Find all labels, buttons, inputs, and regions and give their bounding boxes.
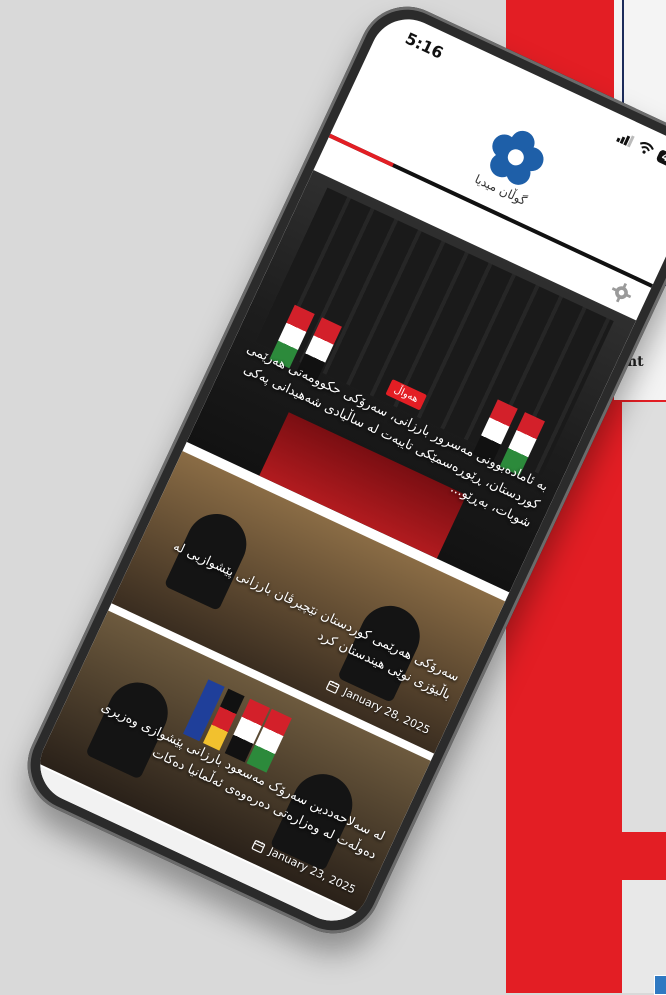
status-time: 5:16 xyxy=(402,28,447,63)
background-file-icon xyxy=(654,975,666,995)
calendar-icon xyxy=(326,680,340,694)
gear-icon[interactable] xyxy=(607,278,636,307)
battery-icon: 43 xyxy=(655,148,666,170)
wifi-icon xyxy=(640,142,654,154)
background-grey-panel xyxy=(622,402,666,832)
calendar-icon xyxy=(251,839,266,853)
signal-icon xyxy=(616,135,635,148)
background-red-strip xyxy=(560,832,666,876)
